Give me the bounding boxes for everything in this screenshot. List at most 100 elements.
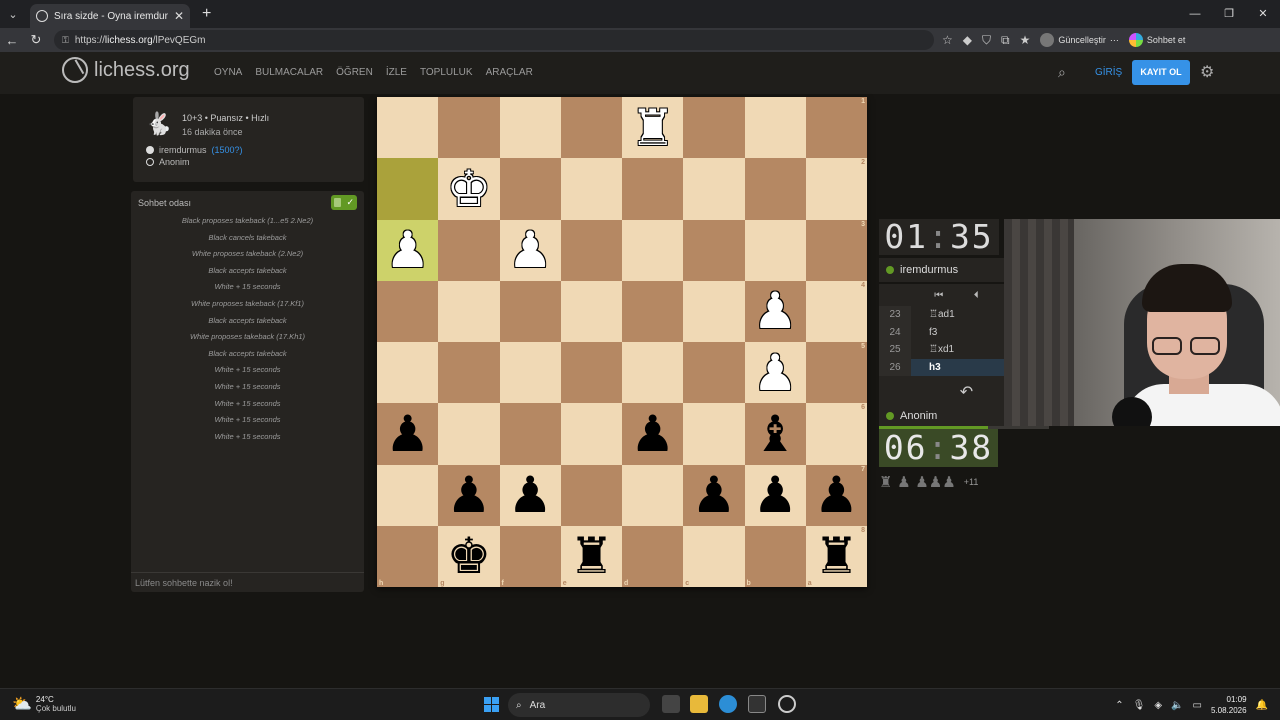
board-square[interactable]: [499, 97, 561, 159]
board-square[interactable]: [560, 219, 622, 281]
board-square[interactable]: [499, 342, 561, 404]
white-pawn-piece[interactable]: ♟: [508, 225, 553, 275]
board-square[interactable]: ♟: [499, 219, 561, 281]
black-pawn-piece[interactable]: ♟: [814, 470, 859, 520]
board-square[interactable]: [560, 280, 622, 342]
restore-icon[interactable]: ❐: [1212, 0, 1246, 28]
board-square[interactable]: [622, 219, 684, 281]
board-square[interactable]: [622, 342, 684, 404]
move-san[interactable]: ♖ad1: [911, 306, 1004, 324]
board-square[interactable]: [683, 342, 745, 404]
settings-gear-icon[interactable]: ⚙: [1200, 62, 1214, 82]
board-square[interactable]: h: [377, 525, 439, 587]
board-square[interactable]: [683, 280, 745, 342]
white-player-name[interactable]: iremdurmus: [159, 145, 207, 155]
board-square[interactable]: [683, 97, 745, 159]
board-square[interactable]: [560, 464, 622, 526]
black-king-piece[interactable]: ♚: [446, 531, 491, 581]
board-square[interactable]: ♜ e: [560, 525, 622, 587]
system-clock[interactable]: 01:09 5.08.2026: [1211, 694, 1247, 716]
notification-bell-icon[interactable]: 🔔: [1256, 700, 1268, 711]
weather-widget[interactable]: ⛅ 24°C Çok bulutlu: [12, 694, 76, 714]
board-square[interactable]: ♟: [744, 342, 806, 404]
board-square[interactable]: [622, 464, 684, 526]
signup-button[interactable]: KAYIT OL: [1132, 60, 1190, 85]
network-icon[interactable]: ◈: [1154, 700, 1162, 711]
login-link[interactable]: GİRİŞ: [1095, 67, 1122, 78]
board-square[interactable]: [438, 280, 500, 342]
tray-chevron-icon[interactable]: ⌃: [1115, 700, 1123, 711]
board-square[interactable]: ♟: [438, 464, 500, 526]
prev-move-icon[interactable]: ⏴: [974, 290, 979, 301]
black-pawn-piece[interactable]: ♟: [508, 470, 553, 520]
board-square[interactable]: [560, 97, 622, 159]
board-square[interactable]: c: [683, 525, 745, 587]
black-pawn-piece[interactable]: ♟: [630, 409, 675, 459]
board-square[interactable]: [377, 158, 439, 220]
terminal-icon[interactable]: [748, 695, 766, 713]
board-square[interactable]: [499, 158, 561, 220]
extension-icon[interactable]: ◆: [963, 33, 972, 47]
minimize-icon[interactable]: —: [1178, 0, 1212, 28]
board-square[interactable]: [622, 158, 684, 220]
nav-play[interactable]: OYNA: [214, 67, 242, 78]
board-square[interactable]: b: [744, 525, 806, 587]
board-square[interactable]: d: [622, 525, 684, 587]
board-square[interactable]: ♟: [744, 464, 806, 526]
board-square[interactable]: [377, 97, 439, 159]
tab-list-chevron-icon[interactable]: ⌄: [0, 0, 26, 28]
move-san[interactable]: ♖xd1: [911, 341, 1004, 359]
board-square[interactable]: [377, 342, 439, 404]
nav-tools[interactable]: ARAÇLAR: [486, 67, 533, 78]
board-square[interactable]: [438, 219, 500, 281]
close-tab-icon[interactable]: ✕: [174, 9, 184, 23]
extensions-puzzle-icon[interactable]: ⧉: [1001, 33, 1010, 48]
white-pawn-piece[interactable]: ♟: [385, 225, 430, 275]
board-square[interactable]: ♝: [744, 403, 806, 465]
move-row[interactable]: 26 h3: [879, 358, 1004, 376]
browser-tab-active[interactable]: Sıra sizde - Oyna iremdurmus ✕: [30, 4, 190, 28]
windows-start-icon[interactable]: [484, 697, 499, 712]
chat-input[interactable]: Lütfen sohbette nazik ol!: [131, 572, 364, 592]
board-square[interactable]: ♟: [499, 464, 561, 526]
move-row[interactable]: 24 f3: [879, 323, 1004, 342]
board-square[interactable]: 3: [805, 219, 867, 281]
board-square[interactable]: [499, 403, 561, 465]
board-square[interactable]: [438, 403, 500, 465]
black-pawn-piece[interactable]: ♟: [446, 470, 491, 520]
copilot-chat-button[interactable]: Sohbet et: [1128, 33, 1185, 47]
microphone-icon[interactable]: 🎙: [1133, 700, 1146, 711]
black-pawn-piece[interactable]: ♟: [753, 470, 798, 520]
board-square[interactable]: [438, 97, 500, 159]
chat-toggle[interactable]: ✓: [331, 195, 357, 210]
black-rook-piece[interactable]: ♜: [569, 531, 614, 581]
board-square[interactable]: 6: [805, 403, 867, 465]
move-san[interactable]: f3: [911, 324, 1004, 342]
search-icon[interactable]: ⌕: [1058, 64, 1066, 81]
board-square[interactable]: ♟: [683, 464, 745, 526]
board-square[interactable]: f: [499, 525, 561, 587]
board-square[interactable]: [683, 219, 745, 281]
board-square[interactable]: ♟: [377, 219, 439, 281]
site-logo[interactable]: lichess.org: [62, 57, 190, 83]
board-square[interactable]: 5: [805, 342, 867, 404]
white-king-piece[interactable]: ♚: [446, 164, 491, 214]
board-square[interactable]: ♜: [622, 97, 684, 159]
board-square[interactable]: ♟: [622, 403, 684, 465]
back-icon[interactable]: ←: [0, 33, 24, 48]
board-square[interactable]: [560, 403, 622, 465]
white-pawn-piece[interactable]: ♟: [753, 286, 798, 336]
board-square[interactable]: [560, 158, 622, 220]
board-square[interactable]: [560, 342, 622, 404]
volume-icon[interactable]: 🔈: [1171, 700, 1183, 711]
board-square[interactable]: ♚ g: [438, 525, 500, 587]
site-info-icon[interactable]: ⚿: [62, 35, 69, 46]
nav-puzzles[interactable]: BULMACALAR: [255, 67, 323, 78]
board-square[interactable]: [683, 403, 745, 465]
white-pawn-piece[interactable]: ♟: [753, 348, 798, 398]
white-rook-piece[interactable]: ♜: [630, 103, 675, 153]
recorder-icon[interactable]: [778, 695, 796, 713]
board-square[interactable]: 2: [805, 158, 867, 220]
board-square[interactable]: 1: [805, 97, 867, 159]
board-square[interactable]: [377, 280, 439, 342]
